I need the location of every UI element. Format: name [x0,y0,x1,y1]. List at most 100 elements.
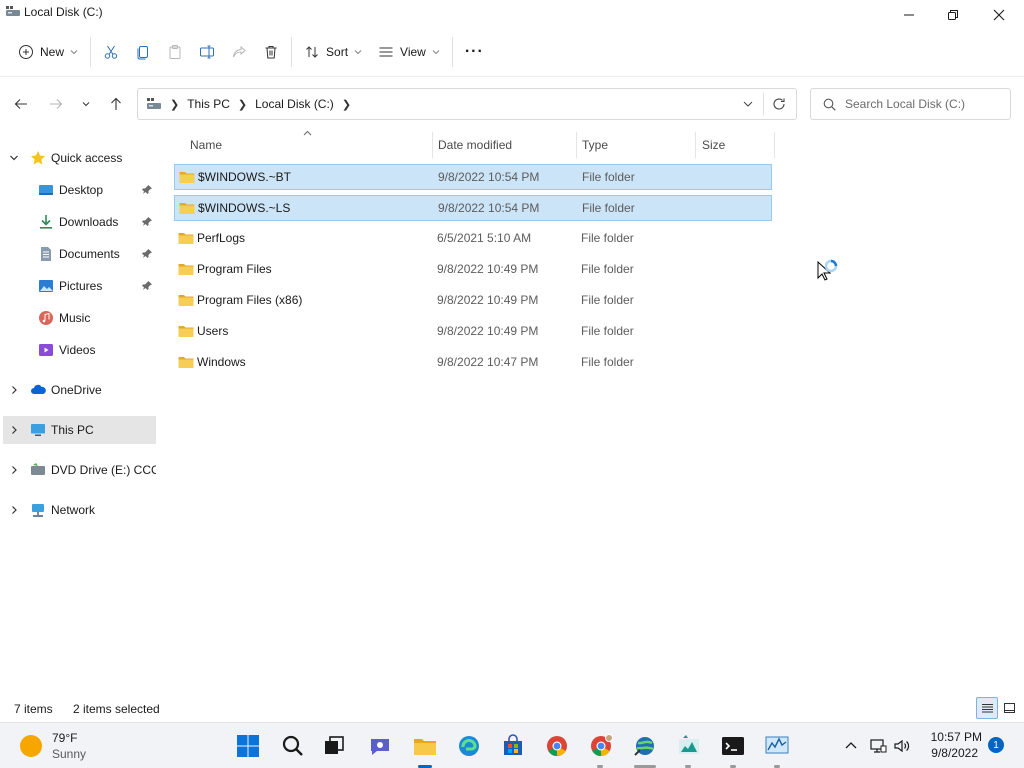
minimize-button[interactable] [886,0,932,30]
search-input[interactable] [845,95,1005,113]
close-icon [993,9,1005,21]
file-row[interactable]: $WINDOWS.~LS 9/8/2022 10:54 PM File folder [174,195,772,221]
column-header-date[interactable]: Date modified [438,132,512,158]
column-header-name[interactable]: Name [190,132,222,158]
nav-this-pc[interactable]: This PC [3,416,156,444]
address-bar[interactable]: ❯ This PC ❯ Local Disk (C:) ❯ [137,88,797,120]
breadcrumb-this-pc[interactable]: This PC [187,97,230,111]
file-date: 9/8/2022 10:54 PM [438,170,540,184]
selection-count: 2 items selected [73,702,160,716]
chrome-button[interactable] [542,731,572,761]
network-icon [32,504,44,517]
close-button[interactable] [976,0,1022,30]
file-row[interactable]: Windows 9/8/2022 10:47 PM File folder [174,350,772,376]
task-view-button[interactable] [319,731,349,761]
more-options-button[interactable]: ··· [457,36,492,68]
breadcrumb-separator[interactable]: ❯ [342,98,351,111]
nav-label: Pictures [59,279,103,293]
nav-item-music[interactable]: Music [0,304,156,332]
nav-network[interactable]: Network [0,496,156,524]
terminal-button[interactable] [718,731,748,761]
nav-item-videos[interactable]: Videos [0,336,156,364]
new-button[interactable]: New [10,36,86,68]
store-icon [504,734,522,755]
nav-item-pictures[interactable]: Pictures [0,272,156,300]
column-separator[interactable] [576,132,577,158]
store-button[interactable] [498,731,528,761]
nav-item-downloads[interactable]: Downloads [0,208,156,236]
clock-date[interactable]: 9/8/2022 [922,746,978,760]
clock-time[interactable]: 10:57 PM [922,730,982,744]
notification-badge[interactable]: 1 [988,737,1004,753]
videos-icon [39,344,53,356]
chrome-profile-button[interactable] [586,731,616,761]
weather-temperature[interactable]: 79°F [52,731,77,745]
chrome-icon [547,736,567,757]
breadcrumb-separator: ❯ [170,98,180,111]
file-explorer-icon [414,739,436,755]
column-header-size[interactable]: Size [702,132,725,158]
globe-app-button[interactable] [630,731,660,761]
share-button[interactable] [223,36,255,68]
rename-button[interactable] [191,36,223,68]
file-row[interactable]: $WINDOWS.~BT 9/8/2022 10:54 PM File folder [174,164,772,190]
view-icon [379,47,393,57]
column-separator[interactable] [774,132,775,158]
nav-dvd-drive[interactable]: DVD Drive (E:) CCCC [0,456,156,484]
refresh-icon[interactable] [772,97,786,111]
sort-button[interactable]: Sort [296,36,370,68]
details-view-button[interactable] [976,697,998,719]
weather-condition[interactable]: Sunny [52,747,86,761]
column-header-type[interactable]: Type [582,132,608,158]
back-button[interactable] [9,92,33,116]
view-button[interactable]: View [370,36,448,68]
chevron-up-icon[interactable] [842,737,860,755]
nav-quick-access[interactable]: Quick access [0,144,156,172]
rename-icon [200,45,215,59]
taskbar-search-button[interactable] [278,731,308,761]
network-status-icon[interactable] [869,737,887,755]
chart-app-button[interactable] [674,731,704,761]
taskbar: 79°F Sunny 10:57 PM 9/8/2022 1 [0,722,1024,768]
file-explorer-button[interactable] [410,731,440,761]
tiles-view-button[interactable] [998,697,1020,719]
nav-item-documents[interactable]: Documents [0,240,156,268]
app-chart-icon [679,735,699,754]
up-button[interactable] [104,92,128,116]
clipboard-icon [169,45,181,59]
paste-button[interactable] [159,36,191,68]
breadcrumb: ❯ This PC ❯ Local Disk (C:) ❯ [146,89,351,119]
start-button[interactable] [233,731,263,761]
chevron-down-icon[interactable] [742,98,754,110]
file-date: 9/8/2022 10:54 PM [438,201,540,215]
star-icon [31,151,45,165]
column-separator[interactable] [432,132,433,158]
nav-onedrive[interactable]: OneDrive [0,376,156,404]
weather-sun-icon[interactable] [20,735,42,757]
restore-button[interactable] [930,0,976,30]
chevron-right-icon [12,386,17,394]
breadcrumb-local-disk[interactable]: Local Disk (C:) [255,97,334,111]
arrow-up-icon [111,97,121,110]
copy-button[interactable] [127,36,159,68]
recent-locations-button[interactable] [74,92,98,116]
search-box[interactable] [810,88,1011,120]
monitor-app-button[interactable] [762,731,792,761]
cut-button[interactable] [95,36,127,68]
file-row[interactable]: Program Files 9/8/2022 10:49 PM File folde… [174,257,772,283]
column-separator[interactable] [695,132,696,158]
file-row[interactable]: PerfLogs 6/5/2021 5:10 AM File folder [174,226,772,252]
title-bar: Local Disk (C:) [0,0,1024,30]
delete-button[interactable] [255,36,287,68]
toolbar-separator [90,37,92,67]
chat-button[interactable] [365,731,395,761]
file-row[interactable]: Program Files (x86) 9/8/2022 10:49 PM File… [174,288,772,314]
file-row[interactable]: Users 9/8/2022 10:49 PM File folder [174,319,772,345]
forward-button[interactable] [44,92,68,116]
breadcrumb-separator: ❯ [237,98,248,111]
edge-button[interactable] [454,731,484,761]
volume-icon[interactable] [893,737,911,755]
nav-item-desktop[interactable]: Desktop [0,176,156,204]
details-view-icon [981,703,993,712]
file-name: Users [197,324,229,338]
